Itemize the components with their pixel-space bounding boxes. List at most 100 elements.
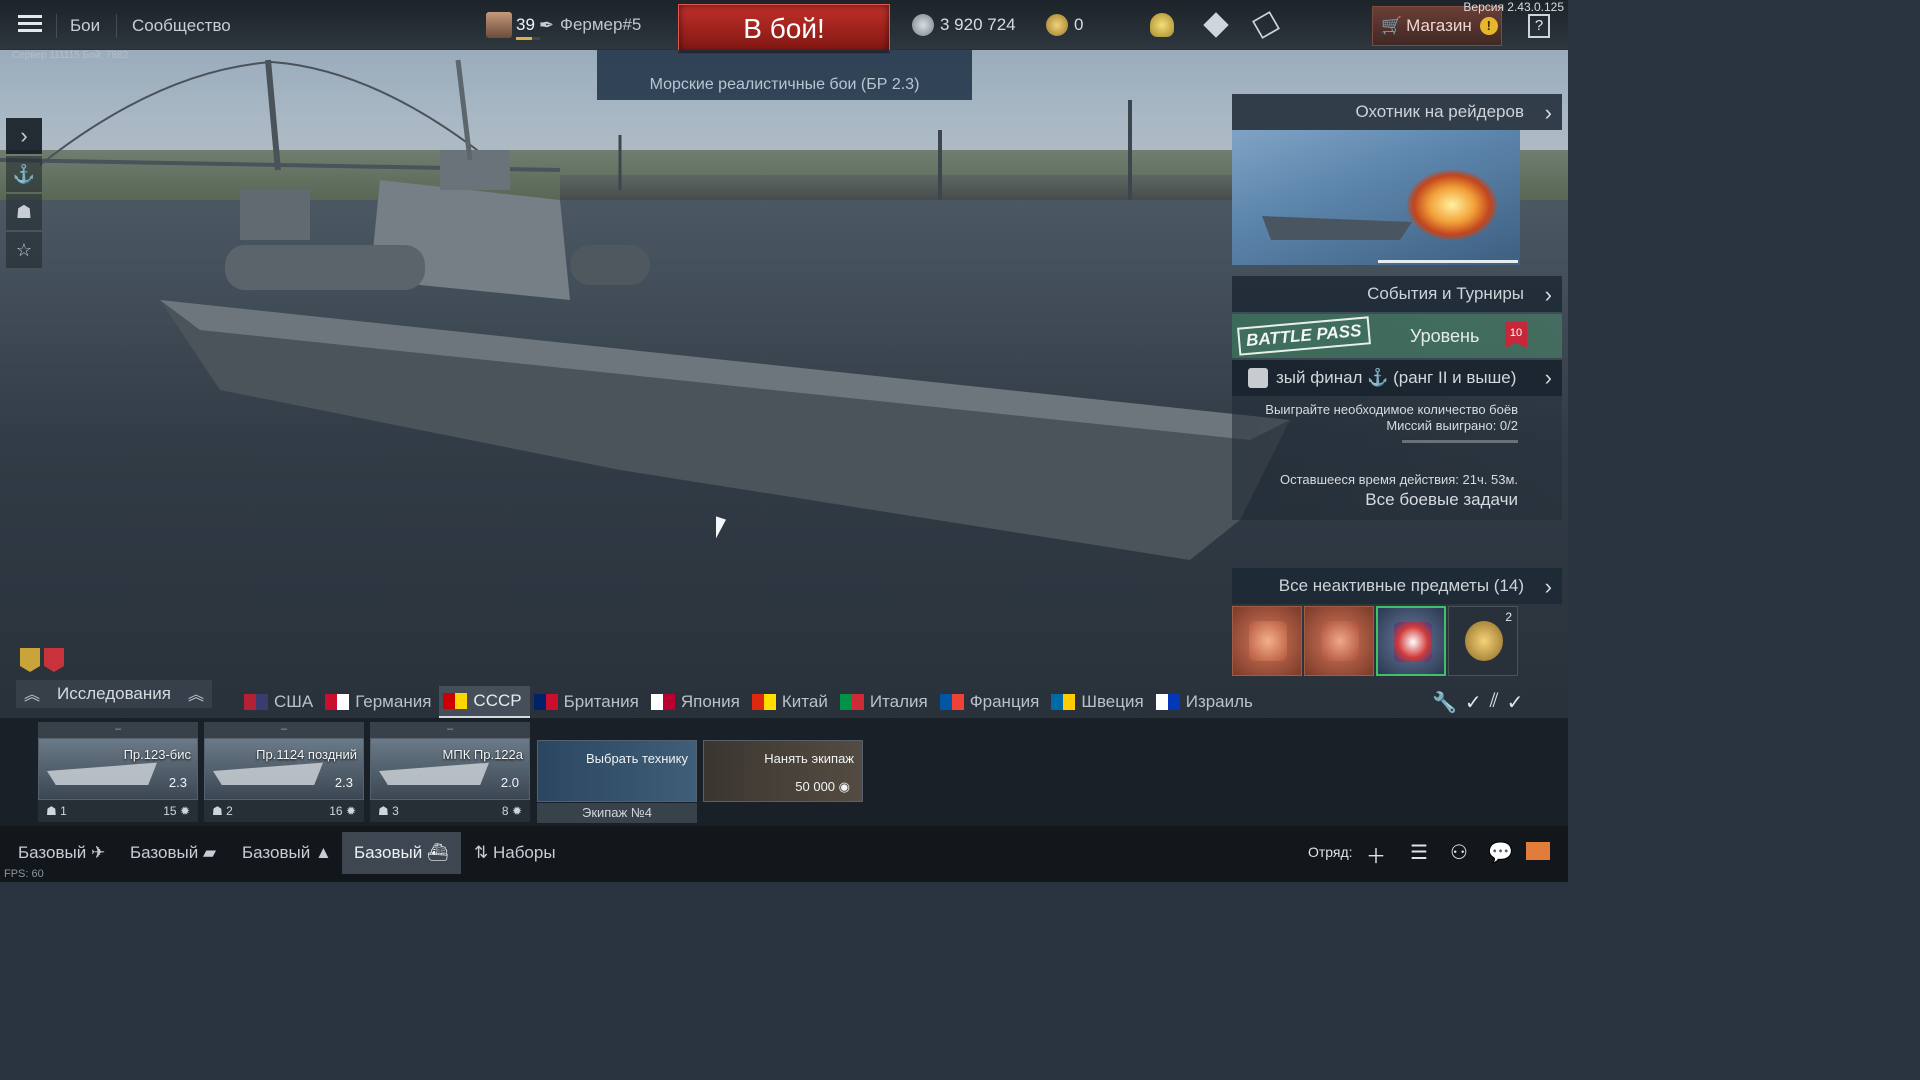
nation-tab[interactable]: Италия [836, 686, 936, 718]
repair-all-icon[interactable]: ⫽ [1490, 690, 1499, 715]
nation-label: США [274, 692, 314, 711]
ship-icon[interactable]: ⚓ [6, 156, 42, 192]
crew-slot-3[interactable]: – МПК Пр.122а 2.0 ☗ 3 8 ✹ [370, 722, 530, 822]
events-tournaments-button[interactable]: События и Турниры › [1232, 276, 1562, 312]
booster-icon [1321, 621, 1359, 661]
expand-panel-icon[interactable]: › [6, 118, 42, 154]
banner-slide-indicator [1378, 260, 1518, 263]
vehicle-card[interactable]: Пр.123-бис 2.3 [38, 738, 198, 800]
nation-tab[interactable]: Швеция [1047, 686, 1151, 718]
preset-tanks[interactable]: Базовый ▰ [118, 832, 228, 874]
crew-slot-2[interactable]: – Пр.1124 поздний 2.3 ☗ 2 16 ✹ [204, 722, 364, 822]
game-version: Версия 2.43.0.125 [1463, 0, 1564, 14]
select-vehicle-button[interactable]: Выбрать технику [537, 740, 697, 802]
flag-icon [533, 694, 558, 710]
wrench-icon[interactable]: 🔧 [1432, 690, 1457, 715]
chevron-right-icon: › [1544, 100, 1552, 125]
nation-tab[interactable]: Израиль [1152, 686, 1261, 718]
favorite-star-icon[interactable]: ☆ [6, 232, 42, 268]
checkmark-icon[interactable]: ✓ [1465, 690, 1482, 715]
nation-tab[interactable]: Китай [748, 686, 836, 718]
friends-icon[interactable]: ⚇ [1450, 840, 1468, 865]
help-icon[interactable]: ? [1528, 14, 1550, 38]
add-squad-icon[interactable]: ＋ [1366, 840, 1386, 869]
nation-label: Италия [869, 692, 928, 711]
vehicle-card[interactable]: МПК Пр.122а 2.0 [370, 738, 530, 800]
preset-ships[interactable]: Базовый ⛴ [342, 832, 461, 874]
flag-icon [1051, 694, 1076, 710]
title-feather-icon: ✒ [538, 14, 555, 35]
nation-tab[interactable]: СССР [439, 686, 530, 718]
lightbulb-icon[interactable] [1150, 13, 1174, 37]
shop-alert-icon: ! [1479, 17, 1498, 35]
nation-label: Китай [781, 692, 828, 711]
preset-helicopters[interactable]: Базовый ▲ [230, 832, 344, 874]
mission-header[interactable]: зый финал ⚓ (ранг II и выше) › [1232, 360, 1562, 396]
to-battle-button[interactable]: В бой! [678, 4, 890, 54]
nation-tab[interactable]: Франция [936, 686, 1048, 718]
nation-label: СССР [473, 691, 522, 710]
mission-progress-bar [1402, 440, 1518, 443]
nation-tabs: США Германия СССР Британия Япония Китай Италия… [240, 686, 1261, 718]
mail-icon[interactable] [1526, 842, 1550, 860]
list-icon[interactable]: ☰ [1410, 840, 1428, 865]
nation-tab[interactable]: США [240, 686, 321, 718]
divider [56, 14, 57, 38]
diamond-icon[interactable] [1203, 12, 1229, 38]
presets-sets[interactable]: ⇅ Наборы [462, 832, 568, 874]
nation-label: Германия [355, 692, 432, 711]
player-nickname[interactable]: Фермер#5 [560, 15, 641, 35]
game-mode-selector[interactable]: Морские реалистичные бои (БР 2.3) [597, 50, 972, 100]
nav-battles[interactable]: Бои [70, 16, 100, 36]
battle-pass-row[interactable]: BATTLE PASS Уровень 10 [1232, 314, 1562, 358]
hire-crew-button[interactable]: Нанять экипаж 50 000 ◉ [703, 740, 863, 802]
event-banner[interactable] [1232, 130, 1520, 265]
slot-header: – [38, 722, 198, 738]
top-bar: Бои Сообщество 39 ✒ Фермер#5 В бой! 3 92… [0, 0, 1568, 54]
inactive-items-button[interactable]: Все неактивные предметы (14) › [1232, 568, 1562, 604]
flag-icon [650, 694, 675, 710]
avatar[interactable] [486, 12, 512, 38]
battle-pass-level-label: Уровень [1410, 326, 1480, 346]
slot-footer: ☗ 1 15 ✹ [38, 800, 198, 822]
level-progress-bar [516, 37, 540, 40]
checkmark-icon[interactable]: ✓ [1507, 690, 1524, 715]
vehicle-card[interactable]: Пр.1124 поздний 2.3 [204, 738, 364, 800]
silver-lions[interactable]: 3 920 724 [912, 14, 1016, 36]
timer-badge-icon[interactable] [44, 648, 64, 672]
nav-community[interactable]: Сообщество [132, 16, 231, 36]
battle-rating: 2.3 [334, 775, 353, 790]
player-profile[interactable]: 39 ✒ Фермер#5 [486, 12, 641, 38]
golden-eagles[interactable]: 0 [1046, 14, 1083, 36]
crew-number: ☗ 1 [46, 804, 67, 818]
coin-bag-item[interactable]: 2 [1448, 606, 1518, 676]
nation-tab[interactable]: Британия [530, 686, 647, 718]
nation-tab[interactable]: Япония [647, 686, 748, 718]
booster-icon [1249, 621, 1287, 661]
left-toolbar: › ⚓ ☗ ☆ [6, 118, 42, 270]
vehicle-name: Пр.1124 поздний [256, 747, 357, 762]
all-battle-tasks-link[interactable]: Все боевые задачи [1365, 490, 1518, 510]
slot-header: – [370, 722, 530, 738]
crew-slot-1[interactable]: – Пр.123-бис 2.3 ☗ 1 15 ✹ [38, 722, 198, 822]
nation-tab[interactable]: Германия [321, 686, 439, 718]
mission-description: Выиграйте необходимое количество боёв [1265, 402, 1518, 417]
chat-icon[interactable]: 💬 [1488, 840, 1513, 865]
booster-silver-item[interactable] [1304, 606, 1374, 676]
booster-timer-item[interactable] [1232, 606, 1302, 676]
hire-crew-price-value: 50 000 [795, 779, 836, 794]
nation-label: Франция [969, 692, 1040, 711]
event-header[interactable]: Охотник на рейдеров › [1232, 94, 1562, 130]
coupon-icon[interactable] [1252, 11, 1280, 39]
star-badge-icon[interactable] [20, 648, 40, 672]
crew-icon[interactable]: ☗ [6, 194, 42, 230]
research-button[interactable]: ︽ Исследования ︽ [16, 680, 212, 708]
chevron-right-icon: › [1544, 282, 1552, 307]
player-level: 39 [516, 15, 535, 34]
squad-label: Отряд: [1308, 844, 1353, 860]
decal-eagle-item[interactable] [1376, 606, 1446, 676]
mission-progress-text: Миссий выиграно: 0/2 [1386, 418, 1518, 433]
hamburger-menu-icon[interactable] [12, 10, 48, 40]
nation-label: Британия [563, 692, 639, 711]
flag-icon [751, 694, 776, 710]
